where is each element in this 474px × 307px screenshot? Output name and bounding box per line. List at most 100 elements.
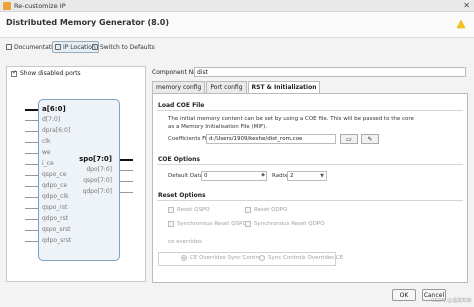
load-coe-desc-2: as a Memory Initialisation File (MIF). xyxy=(168,124,268,130)
sync-reset-qspo-label: Synchronous Reset QSPO xyxy=(177,221,247,227)
load-coe-heading: Load COE File xyxy=(158,102,205,109)
close-icon[interactable]: ✕ xyxy=(463,1,470,10)
sync-overrides-ce-option[interactable]: Sync Controls Overrides CE xyxy=(259,255,343,261)
switch-defaults-button[interactable]: Switch to Defaults xyxy=(90,41,157,53)
reset-qdpo-option[interactable]: Reset QDPO xyxy=(245,207,287,213)
title-bar: Re-customize IP ✕ xyxy=(0,0,474,12)
reset-options-heading: Reset Options xyxy=(158,192,206,199)
switch-defaults-label: Switch to Defaults xyxy=(100,43,155,51)
sync-reset-qdpo-label: Synchronous Reset QDPO xyxy=(254,221,325,227)
default-data-label: Default Data xyxy=(168,173,203,179)
radix-label: Radix xyxy=(272,173,288,179)
ce-overrides-sync-label: CE Overrides Sync Controls xyxy=(190,255,266,261)
coe-file-input[interactable]: d:/Users/1909/keshe/dist_rom.coe xyxy=(206,134,336,144)
input-port-wire xyxy=(25,120,38,121)
output-port-label: dpo[7:0] xyxy=(86,166,112,173)
divider xyxy=(157,110,463,111)
input-port-label: qdpo_ce xyxy=(42,182,68,189)
folder-open-icon: ▭ xyxy=(346,135,352,143)
input-port-wire xyxy=(25,208,38,209)
reset-qspo-label: Reset QSPO xyxy=(177,207,210,213)
config-tabs: memory config Port config RST & Initiali… xyxy=(152,81,321,93)
sync-reset-qdpo-option[interactable]: Synchronous Reset QDPO xyxy=(245,221,325,227)
input-port-wire xyxy=(25,186,38,187)
output-port-wire xyxy=(120,159,133,161)
component-name-input[interactable]: dist xyxy=(194,67,466,77)
input-port-label: qdpo_rst xyxy=(42,215,69,222)
input-port-label: dpra[6:0] xyxy=(42,127,71,134)
input-port-wire xyxy=(25,241,38,242)
ip-symbol-panel: Show disabled ports a[6:0] d[7:0] dpra[6:0… xyxy=(6,66,146,282)
tab-rst-initialization[interactable]: RST & Initialization xyxy=(247,81,321,93)
output-port-label: qdpo[7:0] xyxy=(82,188,112,195)
ce-overrides-sync-radio[interactable] xyxy=(181,255,187,261)
ip-title: Distributed Memory Generator (8.0) xyxy=(6,18,169,27)
show-disabled-checkbox[interactable] xyxy=(11,69,17,77)
input-port-label: a[6:0] xyxy=(42,105,66,113)
input-port-wire xyxy=(25,197,38,198)
input-port-wire xyxy=(25,175,38,176)
output-port-wire xyxy=(120,192,133,193)
default-data-input[interactable]: 0 ◆ xyxy=(201,171,267,181)
sync-reset-qspo-option[interactable]: Synchronous Reset QSPO xyxy=(168,221,247,227)
input-port-wire xyxy=(25,142,38,143)
input-port-wire xyxy=(25,153,38,154)
coe-file-label: Coefficients File xyxy=(168,136,212,142)
default-data-value: 0 xyxy=(204,173,208,179)
tab-port-config[interactable]: Port config xyxy=(206,81,247,93)
sync-overrides-ce-radio[interactable] xyxy=(259,255,265,261)
spinner-icon[interactable]: ◆ xyxy=(261,172,265,178)
input-port-label: i_ce xyxy=(42,160,54,167)
output-port-wire xyxy=(120,170,133,171)
divider xyxy=(157,200,463,201)
vivado-app-icon xyxy=(3,2,11,10)
input-port-label: qspo_srst xyxy=(42,226,71,233)
ce-overrides-sync-option[interactable]: CE Overrides Sync Controls xyxy=(181,255,265,261)
dialog-header: Distributed Memory Generator (8.0) xyxy=(0,12,474,38)
toolbar: Documentation IP Location Switch to Defa… xyxy=(0,40,474,54)
radix-select[interactable]: 2 ▼ xyxy=(287,171,327,181)
ok-button[interactable]: OK xyxy=(392,289,416,301)
reset-qdpo-label: Reset QDPO xyxy=(254,207,288,213)
browse-button[interactable]: ▭ xyxy=(340,134,358,144)
input-port-label: we xyxy=(42,149,51,156)
xilinx-logo-icon xyxy=(456,19,466,29)
output-port-wire xyxy=(120,181,133,182)
document-icon xyxy=(6,44,12,50)
reset-qdpo-checkbox[interactable] xyxy=(245,207,251,213)
reset-qspo-checkbox[interactable] xyxy=(168,207,174,213)
input-port-label: clk xyxy=(42,138,51,145)
chevron-down-icon: ▼ xyxy=(320,173,324,179)
input-port-wire xyxy=(25,109,38,111)
ip-dialog: Re-customize IP ✕ Distributed Memory Gen… xyxy=(0,0,474,307)
refresh-icon xyxy=(92,44,98,50)
watermark: CSDN @温故知新 xyxy=(431,298,472,304)
edit-coe-button[interactable]: ✎ xyxy=(361,134,379,144)
divider xyxy=(157,164,463,165)
show-disabled-toggle[interactable]: Show disabled ports xyxy=(11,69,81,77)
load-coe-desc-1: The initial memory content can be set by… xyxy=(168,116,414,122)
input-port-wire xyxy=(25,164,38,165)
sync-reset-qspo-checkbox[interactable] xyxy=(168,221,174,227)
input-port-wire xyxy=(25,131,38,132)
input-port-label: qspo_rst xyxy=(42,204,68,211)
reset-qspo-option[interactable]: Reset QSPO xyxy=(168,207,210,213)
window-title: Re-customize IP xyxy=(14,2,66,10)
sync-reset-qdpo-checkbox[interactable] xyxy=(245,221,251,227)
tab-memory-config[interactable]: memory config xyxy=(152,81,206,93)
coe-options-heading: COE Options xyxy=(158,156,200,163)
input-port-wire xyxy=(25,219,38,220)
sync-overrides-ce-label: Sync Controls Overrides CE xyxy=(268,255,344,261)
output-port-label: qspo[7:0] xyxy=(83,177,112,184)
output-port-label: spo[7:0] xyxy=(79,155,112,163)
radix-value: 2 xyxy=(290,173,294,179)
ce-overrides-label: ce overrides xyxy=(168,239,202,245)
folder-icon xyxy=(55,44,61,50)
show-disabled-label: Show disabled ports xyxy=(20,70,81,77)
input-port-label: d[7:0] xyxy=(42,116,61,123)
input-port-label: qspo_ce xyxy=(42,171,67,178)
rst-init-panel: Load COE File The initial memory content… xyxy=(152,93,468,283)
input-port-label: qdpo_srst xyxy=(42,237,72,244)
input-port-wire xyxy=(25,230,38,231)
input-port-label: qdpo_clk xyxy=(42,193,69,200)
